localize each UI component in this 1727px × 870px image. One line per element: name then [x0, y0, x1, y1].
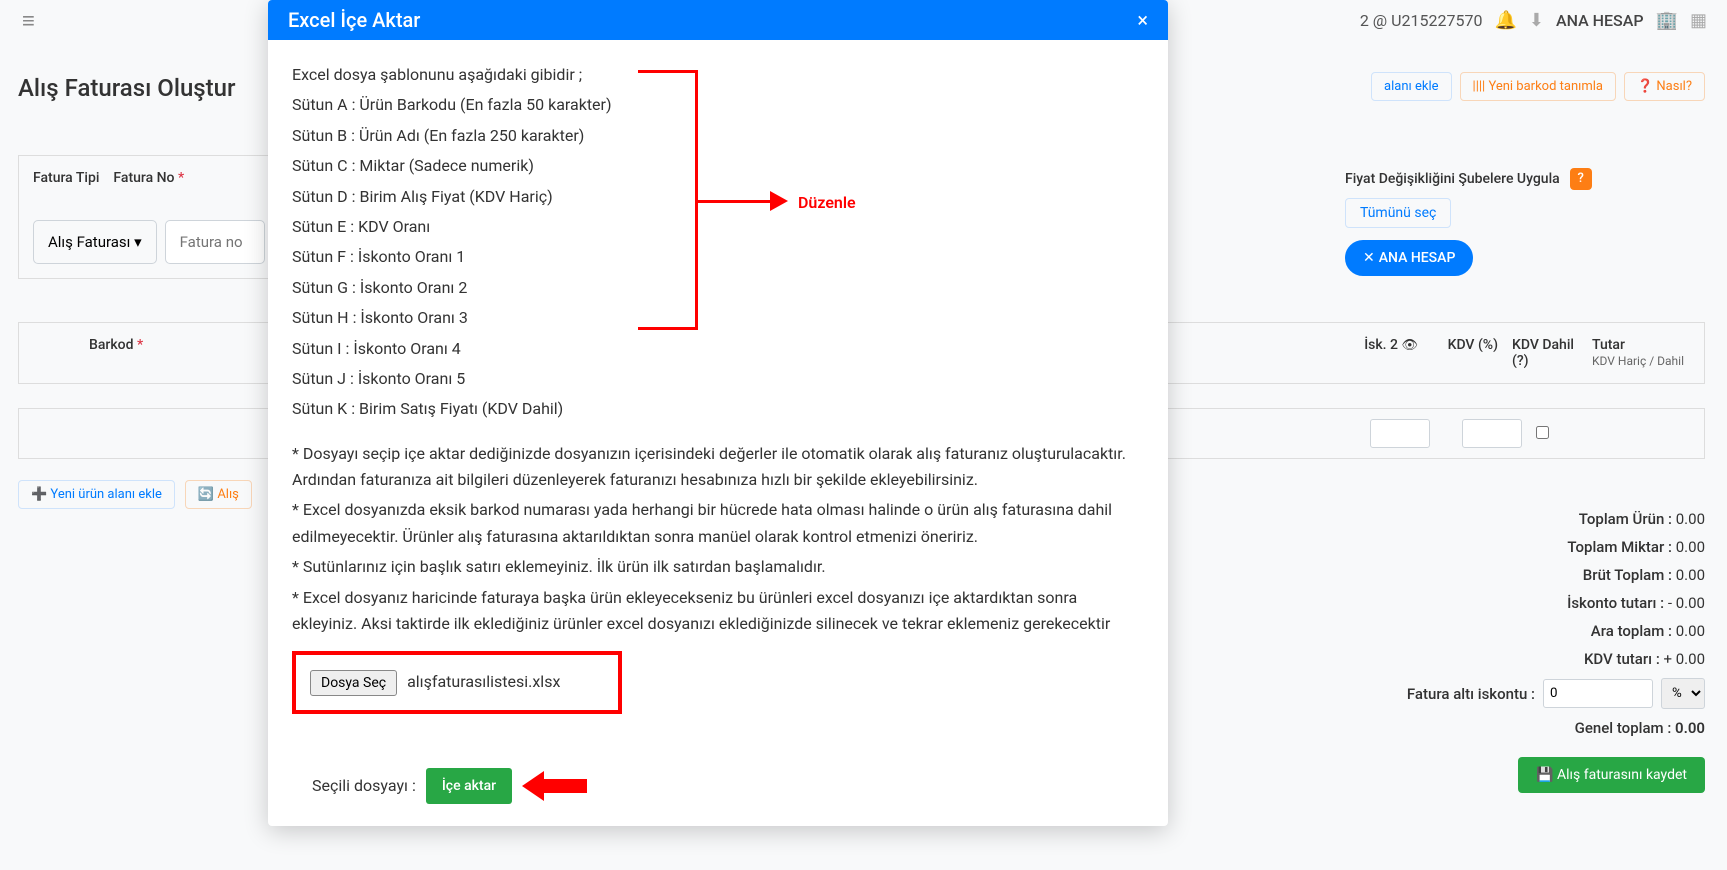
- selected-file-label: Seçili dosyayı :: [312, 773, 416, 799]
- kdv-dahil-checkbox[interactable]: [1536, 426, 1549, 439]
- main-account-label[interactable]: ANA HESAP: [1556, 11, 1644, 30]
- th-kdv-dahil: KDV Dahil (?): [1512, 337, 1582, 369]
- import-row: Seçili dosyayı : İçe aktar: [292, 768, 1144, 804]
- th-isk: İsk. 2: [1364, 337, 1398, 353]
- col-j: Sütun J : İskonto Oranı 5: [292, 366, 1144, 392]
- modal-title: Excel İçe Aktar: [288, 8, 420, 32]
- alis-button[interactable]: 🔄 Alış: [185, 480, 252, 509]
- ana-hesap-pill[interactable]: ✕ ANA HESAP: [1345, 240, 1473, 276]
- th-kdv: KDV (%): [1418, 337, 1498, 369]
- close-icon[interactable]: ×: [1137, 8, 1148, 32]
- col-g: Sütun G : İskonto Oranı 2: [292, 275, 1144, 301]
- new-barcode-button[interactable]: |||| Yeni barkod tanımla: [1460, 72, 1616, 101]
- note-2: * Excel dosyanızda eksik barkod numarası…: [292, 497, 1144, 550]
- selected-file-name: alışfaturasılistesi.xlsx: [407, 669, 560, 695]
- th-barkod: Barkod: [89, 337, 133, 353]
- import-button[interactable]: İçe aktar: [426, 768, 512, 804]
- modal-header: Excel İçe Aktar ×: [268, 0, 1168, 40]
- annotation-text: Düzenle: [798, 190, 856, 216]
- note-1: * Dosyayı seçip içe aktar dediğinizde do…: [292, 441, 1144, 494]
- modal-intro: Excel dosya şablonunu aşağıdaki gibidir …: [292, 62, 1144, 88]
- isk-input[interactable]: [1370, 419, 1430, 448]
- account-id: 2 @ U215227570: [1360, 11, 1483, 30]
- select-all-button[interactable]: Tümünü seç: [1345, 198, 1451, 228]
- add-field-button[interactable]: alanı ekle: [1371, 72, 1451, 101]
- fatura-tipi-select[interactable]: Alış Faturası ▾: [33, 220, 157, 264]
- fatura-tipi-field: Fatura Tipi: [33, 170, 99, 190]
- fatura-tipi-label: Fatura Tipi: [33, 170, 99, 186]
- discount-unit-select[interactable]: %: [1661, 678, 1705, 709]
- fatura-no-field: Fatura No *: [113, 170, 184, 190]
- grid-icon[interactable]: ▦: [1690, 10, 1707, 31]
- annotation-arrow-line: [698, 200, 774, 203]
- discount-input[interactable]: [1543, 679, 1653, 708]
- note-3: * Sutünlarınız için başlık satırı ekleme…: [292, 554, 1144, 580]
- sitemap-icon[interactable]: 🏢: [1656, 10, 1678, 31]
- file-input-area: Dosya Seç alışfaturasılistesi.xlsx: [292, 651, 622, 713]
- col-d: Sütun D : Birim Alış Fiyat (KDV Hariç): [292, 184, 1144, 210]
- col-k: Sütun K : Birim Satış Fiyatı (KDV Dahil): [292, 396, 1144, 422]
- kdv-input[interactable]: [1462, 419, 1522, 448]
- top-buttons: alanı ekle |||| Yeni barkod tanımla ❓ Na…: [1371, 72, 1705, 101]
- annotation-arrow-head: [770, 191, 788, 211]
- col-i: Sütun I : İskonto Oranı 4: [292, 336, 1144, 362]
- col-b: Sütun B : Ürün Adı (En fazla 250 karakte…: [292, 123, 1144, 149]
- top-bar: 2 @ U215227570 🔔 ⬇ ANA HESAP 🏢 ▦: [1340, 0, 1727, 40]
- import-modal: Excel İçe Aktar × Excel dosya şablonunu …: [268, 0, 1168, 826]
- eye-icon[interactable]: 👁: [1401, 338, 1418, 353]
- modal-body: Excel dosya şablonunu aşağıdaki gibidir …: [268, 40, 1168, 826]
- save-invoice-button[interactable]: 💾 Alış faturasını kaydet: [1518, 757, 1705, 793]
- col-a: Sütun A : Ürün Barkodu (En fazla 50 kara…: [292, 92, 1144, 118]
- col-f: Sütun F : İskonto Oranı 1: [292, 244, 1144, 270]
- fatura-alt-label: Fatura altı iskontu :: [1407, 685, 1535, 703]
- col-e: Sütun E : KDV Oranı: [292, 214, 1144, 240]
- menu-icon[interactable]: ≡: [22, 8, 35, 34]
- file-select-button[interactable]: Dosya Seç: [310, 670, 397, 696]
- fatura-no-input[interactable]: [165, 220, 265, 264]
- totals-panel: Toplam Ürün : 0.00 Toplam Miktar : 0.00 …: [1345, 510, 1705, 793]
- fatura-no-label: Fatura No *: [113, 170, 184, 186]
- annotation-bracket: [638, 70, 698, 330]
- annotation-arrow-left: [522, 771, 592, 801]
- action-row: ➕ Yeni ürün alanı ekle 🔄 Alış: [18, 480, 252, 509]
- page-title: Alış Faturası Oluştur: [18, 74, 235, 102]
- col-c: Sütun C : Miktar (Sadece numerik): [292, 153, 1144, 179]
- help-button[interactable]: ❓ Nasıl?: [1624, 72, 1705, 101]
- note-4: * Excel dosyanız haricinde faturaya başk…: [292, 585, 1144, 638]
- add-product-row-button[interactable]: ➕ Yeni ürün alanı ekle: [18, 480, 175, 509]
- apply-branches-label: Fiyat Değişikliğini Şubelere Uygula: [1345, 171, 1560, 187]
- help-badge[interactable]: ?: [1570, 168, 1592, 190]
- col-h: Sütun H : İskonto Oranı 3: [292, 305, 1144, 331]
- update-icon[interactable]: ⬇: [1529, 10, 1544, 31]
- bell-icon[interactable]: 🔔: [1494, 10, 1516, 31]
- th-tutar: TutarKDV Hariç / Dahil: [1592, 337, 1692, 369]
- right-panel: Fiyat Değişikliğini Şubelere Uygula ? Tü…: [1345, 168, 1705, 276]
